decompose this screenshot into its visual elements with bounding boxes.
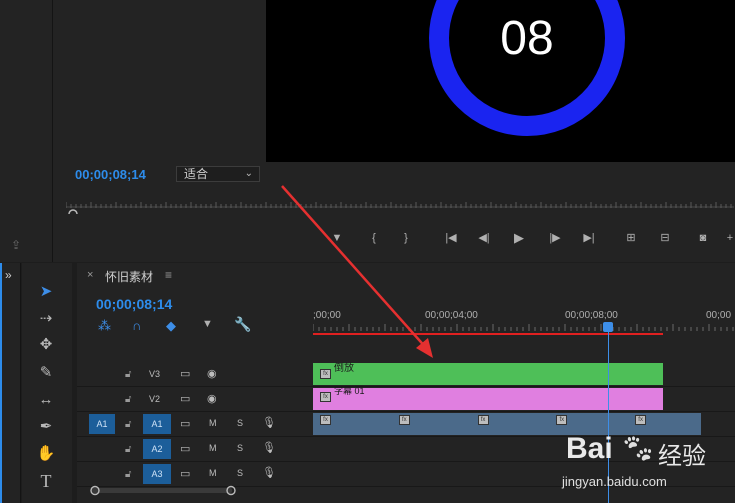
toggle-sync-lock-icon[interactable]: ▭ [180, 467, 190, 480]
export-frame-icon[interactable]: ◙ [694, 229, 712, 247]
watermark: Bai 🐾︎ 经验 jingyan.baidu.com [560, 418, 735, 503]
fx-badge-icon: fx [320, 415, 331, 425]
new-item-icon[interactable]: ⇪ [11, 238, 21, 252]
extract-icon[interactable]: ⊟ [656, 229, 674, 247]
zoom-level-select[interactable]: 适合 ⌄ [176, 166, 260, 182]
ruler-label: 00;00 [706, 310, 731, 321]
fx-badge-icon: fx [477, 415, 489, 425]
snap-icon[interactable]: ∩ [132, 318, 141, 333]
program-video-frame: 08 [266, 0, 735, 162]
linked-selection-icon[interactable]: ◆ [166, 318, 176, 334]
ruler-label: 00;00;08;00 [565, 310, 618, 321]
add-marker-icon[interactable]: ▼ [202, 318, 213, 330]
playhead-handle [68, 209, 78, 214]
track-name: V3 [149, 369, 161, 379]
annotation-arrow [281, 185, 433, 358]
microphone-icon[interactable]: 🎙︎ [262, 466, 276, 479]
watermark-brand-cn: 经验 [658, 443, 706, 470]
eye-icon[interactable]: ◉ [207, 392, 217, 405]
track-name[interactable]: A3 [143, 464, 171, 484]
clip-label: 字幕 01 [334, 386, 365, 396]
track-name[interactable]: A1 [143, 414, 171, 434]
fx-badge-icon: fx [398, 415, 410, 425]
step-back-icon[interactable]: ◀| [475, 229, 493, 247]
razor-tool-icon[interactable]: ✎ [35, 362, 57, 384]
wrench-icon[interactable]: 🔧 [234, 316, 251, 333]
timeline-scrollbar[interactable] [88, 484, 248, 498]
eye-icon[interactable]: ◉ [207, 367, 217, 380]
slip-tool-icon[interactable]: ↔ [35, 389, 57, 411]
pen-tool-icon[interactable]: ✒ [35, 416, 57, 438]
mute-button[interactable]: M [209, 418, 217, 428]
watermark-brand: Bai [566, 432, 613, 465]
go-to-out-icon[interactable]: ▶| [580, 229, 598, 247]
clip-v2[interactable]: fx字幕 01 [313, 386, 663, 410]
countdown-number: 08 [500, 12, 553, 65]
lock-icon[interactable]: 🔓︎ [125, 444, 131, 455]
close-tab-icon[interactable]: × [87, 269, 93, 281]
toggle-sync-lock-icon[interactable]: ▭ [180, 417, 190, 430]
more-icon[interactable]: + [721, 229, 735, 247]
lock-icon[interactable]: 🔓︎ [125, 369, 131, 380]
toggle-sync-lock-icon[interactable]: ▭ [180, 442, 190, 455]
mute-button[interactable]: M [209, 443, 217, 453]
selection-tool-icon[interactable]: ➤ [35, 281, 57, 303]
sequence-timecode[interactable]: 00;00;08;14 [96, 296, 172, 312]
zoom-level-value: 适合 [184, 167, 209, 181]
project-panel: ⇪ [0, 0, 53, 262]
lock-icon[interactable]: 🔓︎ [125, 394, 131, 405]
solo-button[interactable]: S [237, 418, 243, 428]
mute-button[interactable]: M [209, 468, 217, 478]
lock-icon[interactable]: 🔓︎ [125, 419, 131, 430]
watermark-url: jingyan.baidu.com [562, 474, 667, 489]
microphone-icon[interactable]: 🎙︎ [262, 441, 276, 454]
toggle-sync-lock-icon[interactable]: ▭ [180, 367, 190, 380]
type-tool-icon[interactable]: T [35, 470, 57, 492]
chevron-down-icon: ⌄ [244, 168, 253, 179]
toggle-sync-lock-icon[interactable]: ▭ [180, 392, 190, 405]
play-icon[interactable]: ▶ [510, 229, 528, 247]
lock-icon[interactable]: 🔓︎ [125, 469, 131, 480]
track-name[interactable]: A2 [143, 439, 171, 459]
ripple-edit-tool-icon[interactable]: ✥ [35, 334, 57, 356]
hand-tool-icon[interactable]: ✋ [35, 443, 57, 465]
solo-button[interactable]: S [237, 468, 243, 478]
microphone-icon[interactable]: 🎙︎ [262, 416, 276, 429]
fx-badge-icon: fx [320, 392, 331, 402]
lift-icon[interactable]: ⊞ [622, 229, 640, 247]
paw-icon: 🐾︎ [620, 433, 656, 464]
panel-focus-indicator [0, 263, 2, 503]
tab-menu-icon[interactable]: ≡ [165, 268, 172, 282]
source-patch-a1[interactable]: A1 [89, 414, 115, 434]
track-name: V2 [149, 394, 161, 404]
expand-panels-icon[interactable]: » [5, 268, 12, 282]
side-panel-strip: » [0, 263, 21, 503]
fx-badge-icon: fx [320, 369, 331, 379]
nest-icon[interactable]: ⁂ [98, 318, 111, 334]
step-forward-icon[interactable]: |▶ [546, 229, 564, 247]
solo-button[interactable]: S [237, 443, 243, 453]
program-timecode[interactable]: 00;00;08;14 [75, 167, 146, 182]
countdown-graphic: 08 [429, 0, 625, 136]
sequence-name: 怀旧素材 [105, 270, 154, 284]
track-select-tool-icon[interactable]: ⇢ [35, 308, 57, 330]
